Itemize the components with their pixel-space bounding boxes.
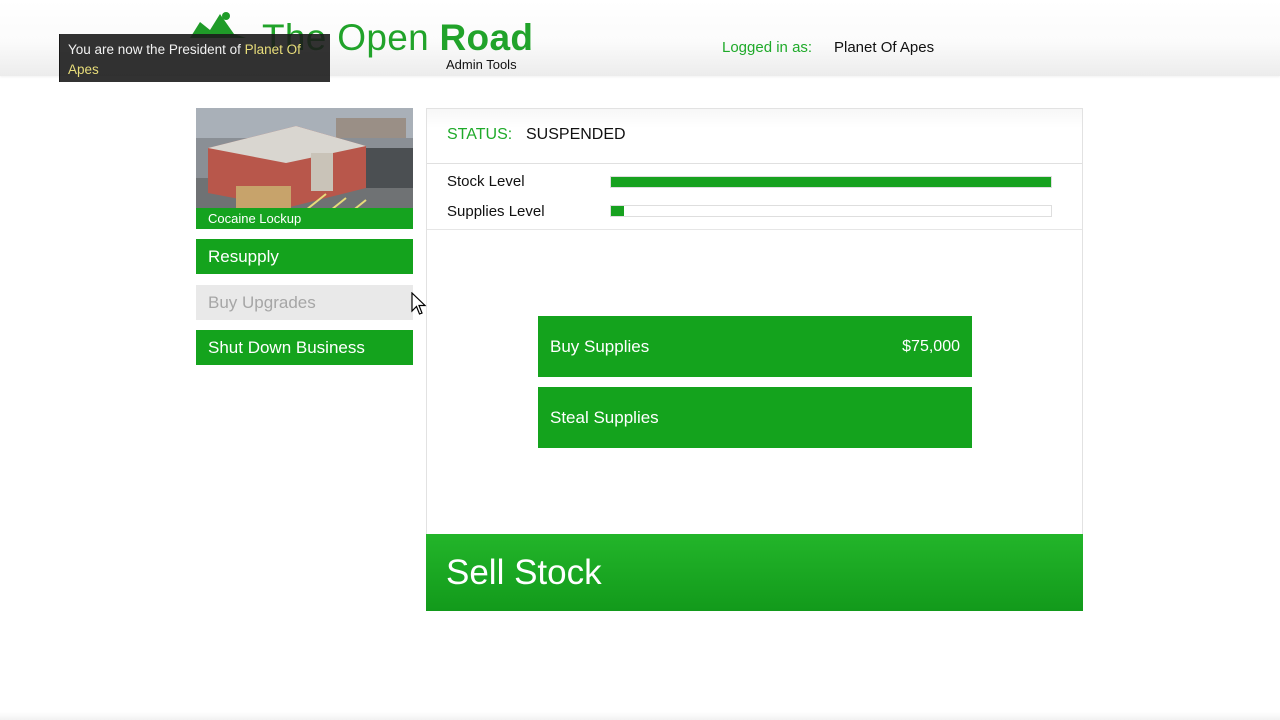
notification-text: You are now the President of Planet Of A… xyxy=(68,42,301,77)
notification-toast: You are now the President of Planet Of A… xyxy=(59,34,330,82)
mouse-cursor-icon xyxy=(411,292,427,315)
resupply-button[interactable]: Resupply xyxy=(196,239,413,274)
level-meters: Stock Level Supplies Level xyxy=(427,164,1082,230)
stock-level-fill xyxy=(611,177,1051,187)
logo-subtitle: Admin Tools xyxy=(446,57,517,72)
buy-supplies-price: $75,000 xyxy=(902,338,960,355)
supplies-level-label: Supplies Level xyxy=(447,203,545,220)
stock-level-bar xyxy=(610,176,1052,188)
steal-supplies-button[interactable]: Steal Supplies xyxy=(538,387,972,448)
logged-in-label: Logged in as: xyxy=(722,39,813,56)
buy-supplies-label: Buy Supplies xyxy=(550,337,650,356)
supplies-level-fill xyxy=(611,206,625,216)
status-bar: STATUS: SUSPENDED xyxy=(427,109,1082,164)
business-panel: STATUS: SUSPENDED Stock Level Supplies L… xyxy=(426,108,1083,611)
status-value: SUSPENDED xyxy=(526,126,626,143)
stock-level-label: Stock Level xyxy=(447,173,525,190)
buy-supplies-button[interactable]: Buy Supplies $75,000 xyxy=(538,316,972,377)
status-label: STATUS: xyxy=(447,126,513,143)
sell-stock-button[interactable]: Sell Stock xyxy=(426,534,1083,611)
shut-down-business-button[interactable]: Shut Down Business xyxy=(196,330,413,365)
logged-in-user: Planet Of Apes xyxy=(834,39,935,56)
steal-supplies-label: Steal Supplies xyxy=(550,408,659,427)
business-thumbnail: Cocaine Lockup xyxy=(196,108,413,229)
footer-shade xyxy=(0,712,1280,720)
business-name: Cocaine Lockup xyxy=(196,208,413,229)
supplies-level-bar xyxy=(610,205,1052,217)
buy-upgrades-button[interactable]: Buy Upgrades xyxy=(196,285,413,320)
